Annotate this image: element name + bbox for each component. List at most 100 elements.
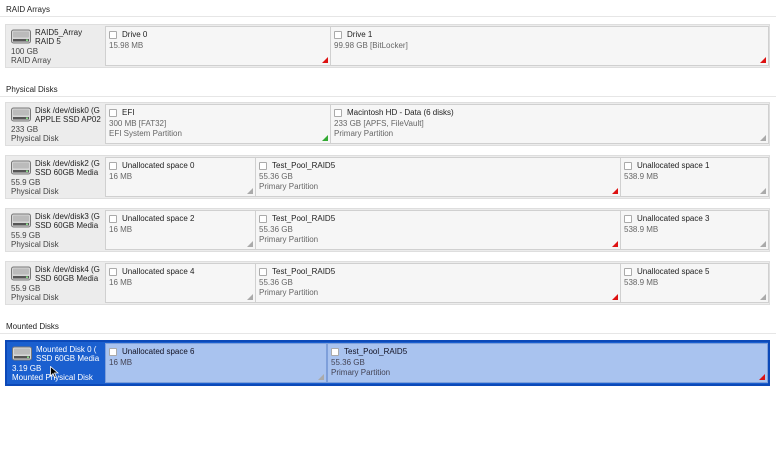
partition-checkbox[interactable]: [624, 162, 632, 170]
disk-size: 100 GB: [11, 47, 39, 56]
partition-checkbox[interactable]: [259, 215, 267, 223]
disk-info[interactable]: Disk /dev/disk4 (G SSD 60GB Media 55.9 GB…: [6, 262, 104, 304]
partition-checkbox[interactable]: [334, 31, 342, 39]
mouse-cursor-icon: [50, 366, 59, 378]
partition-name: Unallocated space 4: [122, 267, 195, 276]
disk-row-raid[interactable]: RAID5_Array RAID 5 100 GB RAID Array Driv…: [5, 24, 770, 68]
disk-size: 55.9 GB: [11, 284, 41, 293]
disk-row-mounted[interactable]: Mounted Disk 0 (SSD 60GB Media 3.19 GB M…: [5, 340, 770, 386]
partition-checkbox[interactable]: [109, 268, 117, 276]
partition-name: Test_Pool_RAID5: [344, 347, 408, 356]
partition-checkbox[interactable]: [624, 215, 632, 223]
partition-type: Primary Partition: [331, 368, 391, 377]
partition-macintosh-hd[interactable]: Macintosh HD - Data (6 disks) 233 GB [AP…: [330, 104, 769, 144]
partition-type: Primary Partition: [259, 182, 319, 191]
disk-drive-icon: [11, 266, 31, 282]
disk-row-disk3[interactable]: Disk /dev/disk3 (G SSD 60GB Media 55.9 GB…: [5, 208, 770, 252]
partition-checkbox[interactable]: [109, 31, 117, 39]
partition-unallocated[interactable]: Unallocated space 6 16 MB: [105, 343, 327, 383]
disk-type: Physical Disk: [11, 187, 59, 196]
disk-row-disk2[interactable]: Disk /dev/disk2 (G SSD 60GB Media 55.9 GB…: [5, 155, 770, 199]
partition-checkbox[interactable]: [624, 268, 632, 276]
partition-drive-1[interactable]: Drive 1 99.98 GB [BitLocker]: [330, 26, 769, 66]
partition-name: Test_Pool_RAID5: [272, 267, 336, 276]
partition-checkbox[interactable]: [109, 348, 117, 356]
partition-test-pool[interactable]: Test_Pool_RAID5 55.36 GB Primary Partiti…: [255, 157, 621, 197]
partition-size: 55.36 GB: [259, 172, 293, 181]
disk-type: Physical Disk: [11, 134, 59, 143]
status-corner-icon: [322, 57, 328, 63]
disk-info[interactable]: Disk /dev/disk2 (G SSD 60GB Media 55.9 GB…: [6, 156, 104, 198]
partition-checkbox[interactable]: [334, 109, 342, 117]
partition-size: 55.36 GB: [259, 225, 293, 234]
partition-size: 233 GB [APFS, FileVault]: [334, 119, 424, 128]
disk-size: 233 GB: [11, 125, 39, 134]
partition-size: 55.36 GB: [259, 278, 293, 287]
partition-drive-0[interactable]: Drive 0 15.98 MB: [105, 26, 331, 66]
partition-test-pool[interactable]: Test_Pool_RAID5 55.36 GB Primary Partiti…: [327, 343, 768, 383]
partition-unallocated[interactable]: Unallocated space 5 538.9 MB: [620, 263, 769, 303]
status-corner-icon: [760, 188, 766, 194]
partition-name: Unallocated space 6: [122, 347, 195, 356]
partition-size: 15.98 MB: [109, 41, 144, 50]
section-title-raid: RAID Arrays: [6, 5, 51, 14]
partition-checkbox[interactable]: [331, 348, 339, 356]
partition-name: Unallocated space 1: [637, 161, 710, 170]
disk-info[interactable]: RAID5_Array RAID 5 100 GB RAID Array: [6, 25, 104, 67]
partition-unallocated[interactable]: Unallocated space 1 538.9 MB: [620, 157, 769, 197]
partition-name: Drive 0: [122, 30, 148, 39]
disk-size: 55.9 GB: [11, 231, 41, 240]
status-corner-icon: [322, 135, 328, 141]
partition-type: Primary Partition: [259, 288, 319, 297]
partition-test-pool[interactable]: Test_Pool_RAID5 55.36 GB Primary Partiti…: [255, 210, 621, 250]
partition-name: Test_Pool_RAID5: [272, 161, 336, 170]
disk-name: Disk /dev/disk3 (G SSD 60GB Media: [35, 212, 100, 230]
disk-type: RAID Array: [11, 56, 52, 65]
disk-type: Physical Disk: [11, 240, 59, 249]
partition-size: 16 MB: [109, 358, 133, 367]
partition-name: Unallocated space 0: [122, 161, 195, 170]
disk-drive-icon: [11, 107, 31, 123]
partition-size: 538.9 MB: [624, 172, 659, 181]
disk-name: Disk /dev/disk4 (G SSD 60GB Media: [35, 265, 100, 283]
partition-efi[interactable]: EFI 300 MB [FAT32] EFI System Partition: [105, 104, 331, 144]
partition-test-pool[interactable]: Test_Pool_RAID5 55.36 GB Primary Partiti…: [255, 263, 621, 303]
status-corner-icon: [760, 241, 766, 247]
partition-checkbox[interactable]: [109, 109, 117, 117]
disk-row-disk0[interactable]: Disk /dev/disk0 (G APPLE SSD AP02 233 GB …: [5, 102, 770, 146]
partition-type: EFI System Partition: [109, 129, 182, 138]
status-corner-icon: [760, 294, 766, 300]
disk-size: 55.9 GB: [11, 178, 41, 187]
partition-name: Unallocated space 3: [637, 214, 710, 223]
partition-size: 99.98 GB [BitLocker]: [334, 41, 408, 50]
disk-drive-icon: [12, 346, 32, 362]
disk-size: 3.19 GB: [12, 364, 42, 373]
partition-unallocated[interactable]: Unallocated space 4 16 MB: [105, 263, 256, 303]
partition-checkbox[interactable]: [109, 215, 117, 223]
disk-name: Disk /dev/disk2 (G SSD 60GB Media: [35, 159, 100, 177]
partition-unallocated[interactable]: Unallocated space 3 538.9 MB: [620, 210, 769, 250]
disk-info[interactable]: Disk /dev/disk3 (G SSD 60GB Media 55.9 GB…: [6, 209, 104, 251]
partition-checkbox[interactable]: [259, 162, 267, 170]
divider: [0, 333, 776, 334]
partition-size: 300 MB [FAT32]: [109, 119, 167, 128]
partition-size: 538.9 MB: [624, 225, 659, 234]
status-corner-icon: [318, 374, 324, 380]
status-corner-icon: [612, 294, 618, 300]
partition-checkbox[interactable]: [109, 162, 117, 170]
disk-drive-icon: [11, 213, 31, 229]
disk-info[interactable]: Disk /dev/disk0 (G APPLE SSD AP02 233 GB …: [6, 103, 104, 145]
partition-checkbox[interactable]: [259, 268, 267, 276]
disk-row-disk4[interactable]: Disk /dev/disk4 (G SSD 60GB Media 55.9 GB…: [5, 261, 770, 305]
status-corner-icon: [760, 135, 766, 141]
section-title-mounted: Mounted Disks: [6, 322, 59, 331]
disk-name: Disk /dev/disk0 (G APPLE SSD AP02: [35, 106, 101, 124]
partition-unallocated[interactable]: Unallocated space 0 16 MB: [105, 157, 256, 197]
status-corner-icon: [760, 57, 766, 63]
partition-name: Unallocated space 5: [637, 267, 710, 276]
partition-type: Primary Partition: [259, 235, 319, 244]
disk-type: Physical Disk: [11, 293, 59, 302]
status-corner-icon: [247, 188, 253, 194]
status-corner-icon: [612, 188, 618, 194]
partition-unallocated[interactable]: Unallocated space 2 16 MB: [105, 210, 256, 250]
